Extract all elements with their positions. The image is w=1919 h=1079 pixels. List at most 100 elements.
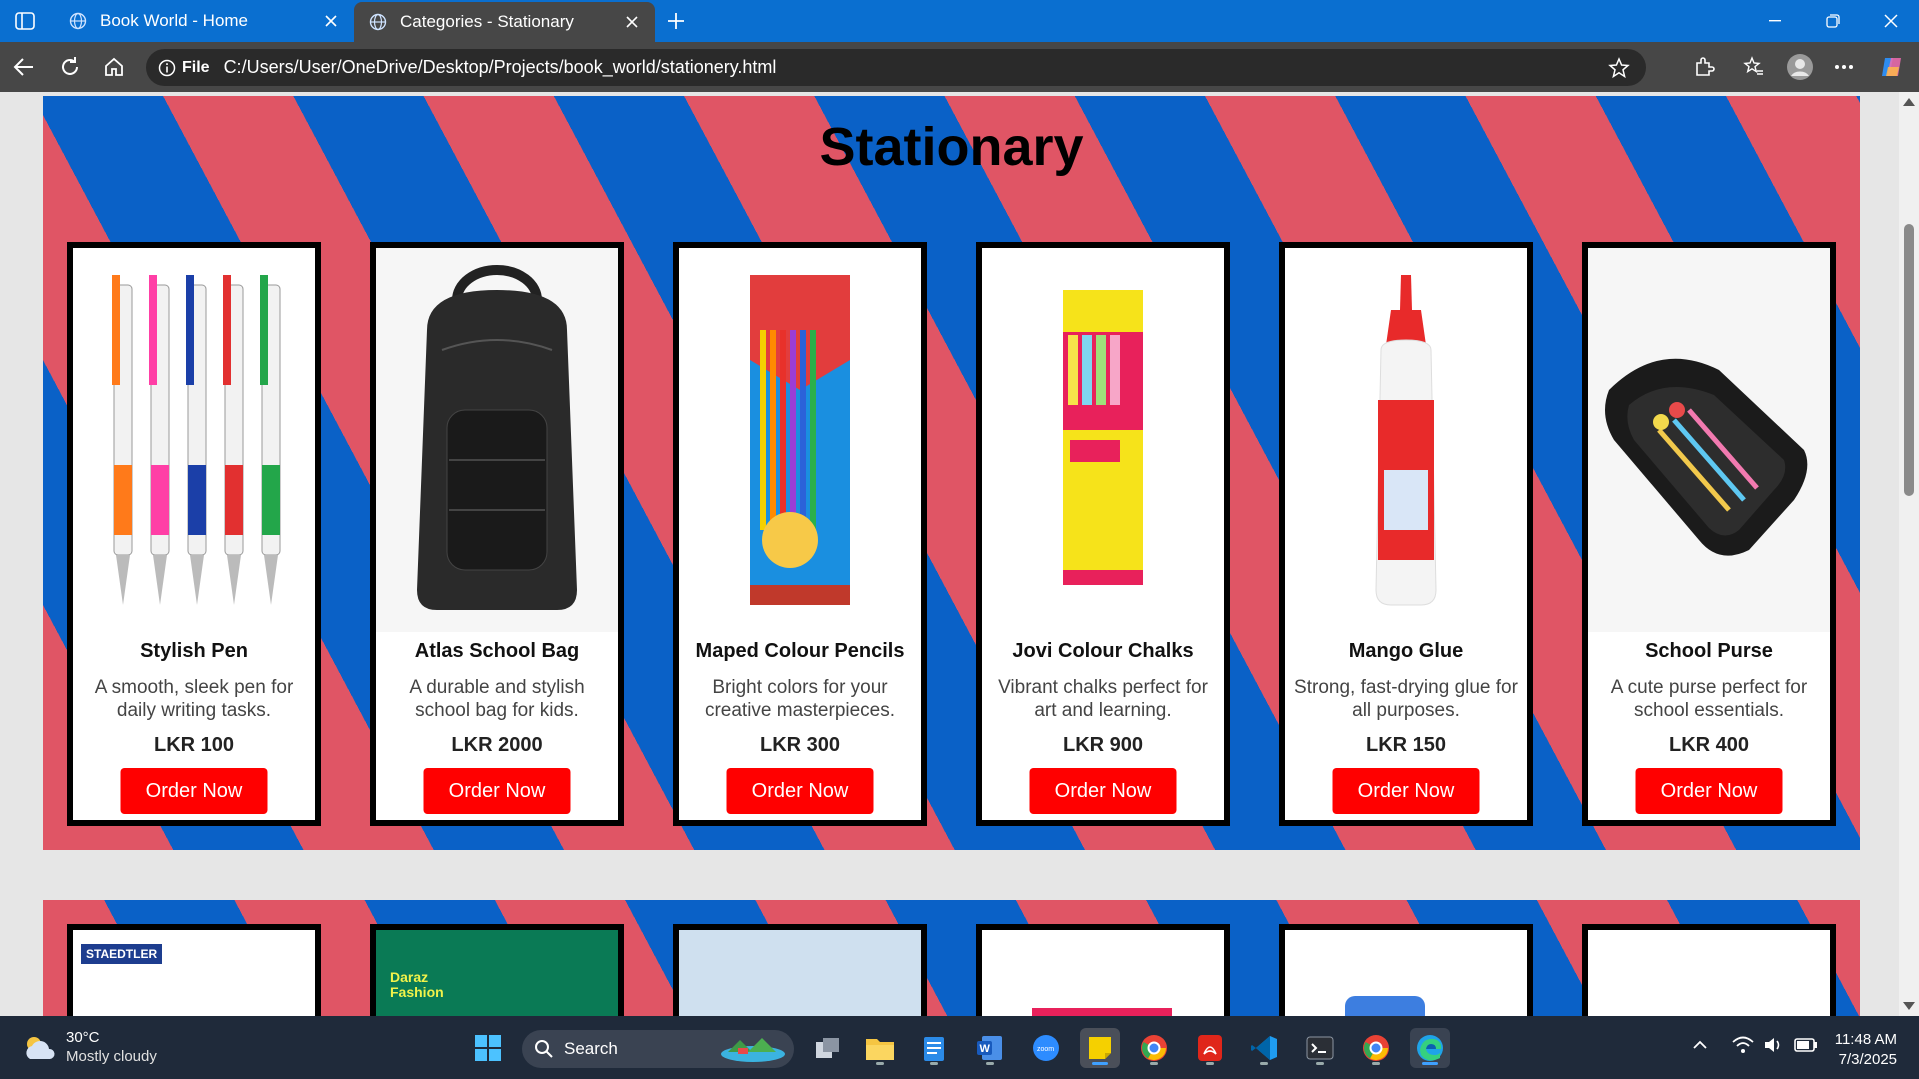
chrome-icon[interactable] xyxy=(1356,1028,1396,1068)
tab-title: Book World - Home xyxy=(100,11,249,30)
favorite-star-icon[interactable] xyxy=(1606,55,1632,81)
volume-icon xyxy=(1765,1038,1780,1052)
tab-book-world-home[interactable]: Book World - Home xyxy=(54,0,354,42)
weather-desc: Mostly cloudy xyxy=(66,1048,157,1065)
system-tray xyxy=(1692,1036,1818,1054)
order-now-button[interactable]: Order Now xyxy=(726,768,874,814)
chevron-up-icon xyxy=(1693,1040,1707,1049)
system-clock[interactable]: 11:48 AM 7/3/2025 xyxy=(1835,1030,1897,1070)
cloud-icon xyxy=(26,1037,55,1059)
info-icon[interactable] xyxy=(156,57,178,79)
order-now-button[interactable]: Order Now xyxy=(120,768,268,814)
plus-icon xyxy=(668,13,684,29)
running-indicator xyxy=(1092,1062,1108,1065)
task-view-icon[interactable] xyxy=(808,1028,848,1068)
product-name: Maped Colour Pencils xyxy=(695,640,905,662)
stationary-section: Stationary Stylish Pen A smooth, sleek p… xyxy=(43,96,1860,850)
address-bar[interactable]: File C:/Users/User/OneDrive/Desktop/Proj… xyxy=(146,49,1646,86)
more-menu-icon[interactable] xyxy=(1826,50,1862,84)
close-window-button[interactable] xyxy=(1862,0,1919,42)
file-explorer-icon[interactable] xyxy=(860,1028,900,1068)
next-products-section: STAEDTLER Daraz Fashion xyxy=(43,900,1860,1016)
page-title: Stationary xyxy=(819,117,1084,177)
search-highlight-icon xyxy=(721,1038,785,1062)
new-tab-button[interactable] xyxy=(660,6,692,36)
order-now-button[interactable]: Order Now xyxy=(1635,768,1783,814)
product-image-colour-pencils xyxy=(679,248,921,632)
search-icon xyxy=(535,1040,553,1058)
copilot-icon[interactable] xyxy=(1874,50,1910,84)
restore-button[interactable] xyxy=(1804,0,1862,42)
running-indicator xyxy=(1150,1062,1158,1065)
taskbar-search[interactable]: Search xyxy=(522,1030,794,1068)
weather-widget[interactable]: 30°C Mostly cloudy xyxy=(22,1028,157,1066)
close-icon[interactable] xyxy=(617,7,647,37)
favorites-icon[interactable] xyxy=(1736,50,1772,84)
product-card: Jovi Colour Chalks Vibrant chalks perfec… xyxy=(976,242,1230,826)
product-image-colour-chalks xyxy=(982,248,1224,632)
page-scrollbar[interactable] xyxy=(1899,92,1919,1016)
product-image-pens xyxy=(73,248,315,632)
terminal-icon[interactable] xyxy=(1300,1028,1340,1068)
product-description: A durable and stylish school bag for kid… xyxy=(409,677,585,721)
minimize-button[interactable] xyxy=(1746,0,1804,42)
start-windows-icon[interactable] xyxy=(468,1028,508,1068)
product-name: Atlas School Bag xyxy=(414,640,580,662)
product-card: Stylish Pen A smooth, sleek pen for dail… xyxy=(67,242,321,826)
chrome-profile-icon[interactable] xyxy=(1134,1028,1174,1068)
product-card: Daraz Fashion xyxy=(370,924,624,1016)
url-text[interactable]: C:/Users/User/OneDrive/Desktop/Projects/… xyxy=(224,57,777,78)
acrobat-icon[interactable] xyxy=(1190,1028,1230,1068)
browser-tab-strip: Book World - Home Categories - Stationar… xyxy=(0,0,1919,42)
order-now-button[interactable]: Order Now xyxy=(1332,768,1480,814)
product-image-school-purse xyxy=(1588,248,1830,632)
product-name: Stylish Pen xyxy=(140,640,248,662)
notepad-icon[interactable] xyxy=(914,1028,954,1068)
product-image-school-bag xyxy=(376,248,618,632)
running-indicator xyxy=(876,1062,884,1065)
product-name: School Purse xyxy=(1645,640,1773,662)
clock-time: 11:48 AM xyxy=(1834,1031,1897,1048)
product-card: Atlas School Bag A durable and stylish s… xyxy=(370,242,624,826)
running-indicator xyxy=(1316,1062,1324,1065)
word-icon[interactable]: W xyxy=(970,1028,1010,1068)
product-description: Vibrant chalks perfect for art and learn… xyxy=(998,677,1208,721)
browser-toolbar: File C:/Users/User/OneDrive/Desktop/Proj… xyxy=(0,42,1919,92)
scroll-down-arrow-icon[interactable] xyxy=(1903,1002,1915,1010)
zoom-icon[interactable]: zoom xyxy=(1026,1028,1066,1068)
order-now-button[interactable]: Order Now xyxy=(423,768,571,814)
vscode-icon[interactable] xyxy=(1244,1028,1284,1068)
product-price: LKR 400 xyxy=(1668,734,1750,756)
scroll-up-arrow-icon[interactable] xyxy=(1903,98,1915,106)
sticky-notes-icon[interactable] xyxy=(1080,1028,1120,1068)
back-icon[interactable] xyxy=(6,50,42,84)
product-card: School Purse A cute purse perfect for sc… xyxy=(1582,242,1836,826)
search-label: Search xyxy=(564,1039,618,1058)
product-name: Mango Glue xyxy=(1348,640,1464,662)
order-now-button[interactable]: Order Now xyxy=(1029,768,1177,814)
product-name: Jovi Colour Chalks xyxy=(1012,640,1194,662)
product-price: LKR 2000 xyxy=(451,734,543,756)
scheme-label: File xyxy=(182,58,210,76)
refresh-icon[interactable] xyxy=(52,50,88,84)
product-image-partial xyxy=(1032,1008,1172,1016)
product-price: LKR 100 xyxy=(153,734,235,756)
extensions-icon[interactable] xyxy=(1686,50,1722,84)
tab-categories-stationary[interactable]: Categories - Stationary xyxy=(354,2,655,42)
product-price: LKR 300 xyxy=(759,734,841,756)
wifi-icon xyxy=(1732,1036,1754,1053)
daraz-fashion-logo: Daraz Fashion xyxy=(390,969,444,1000)
home-icon[interactable] xyxy=(96,50,132,84)
product-card: Mango Glue Strong, fast-drying glue for … xyxy=(1279,242,1533,826)
profile-avatar-icon[interactable] xyxy=(1782,50,1818,84)
svg-text:W: W xyxy=(980,1043,991,1055)
product-card: STAEDTLER xyxy=(67,924,321,1016)
scroll-thumb[interactable] xyxy=(1904,224,1914,496)
close-icon[interactable] xyxy=(316,6,346,36)
page-viewport: Stationary Stylish Pen A smooth, sleek p… xyxy=(0,92,1919,1016)
product-price: LKR 150 xyxy=(1365,734,1447,756)
product-card xyxy=(1279,924,1533,1016)
tab-actions-icon[interactable] xyxy=(10,8,40,34)
windows-taskbar: 30°C Mostly cloudy Search W zoom 11:48 A… xyxy=(0,1016,1919,1079)
edge-icon[interactable] xyxy=(1410,1028,1450,1068)
